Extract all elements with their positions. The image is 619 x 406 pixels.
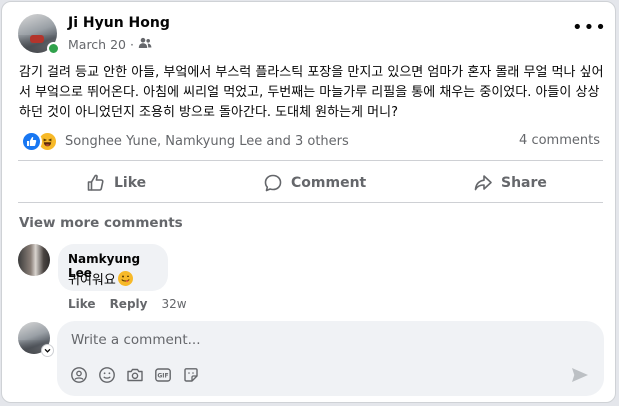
post-author[interactable]: Ji Hyun Hong	[68, 15, 170, 31]
comment-label: Comment	[291, 175, 367, 191]
more-options-button[interactable]: •••	[572, 19, 607, 37]
comment-body: 귀여워요	[68, 273, 116, 288]
post-date[interactable]: March 20	[68, 37, 126, 52]
composer-tools: GIF	[70, 366, 210, 384]
friends-icon[interactable]	[138, 37, 152, 52]
share-arrow-icon	[474, 175, 492, 191]
post-body: 감기 걸려 등교 안한 아들, 부엌에서 부스럭 플라스틱 포장을 만지고 있으…	[19, 65, 604, 120]
divider	[18, 202, 603, 203]
post-card: Ji Hyun Hong March 20 · ••• 감기 걸려 등교 안한 …	[1, 1, 616, 403]
comment-bubble-icon	[264, 174, 282, 192]
comment-text: 귀여워요	[68, 269, 133, 288]
chevron-down-icon[interactable]	[41, 344, 54, 357]
camera-icon[interactable]	[126, 366, 144, 384]
svg-text:GIF: GIF	[157, 373, 168, 380]
divider	[18, 160, 603, 161]
comment-button[interactable]: Comment	[263, 170, 366, 196]
post-meta: March 20 ·	[68, 37, 152, 52]
reactions-summary[interactable]: Songhee Yune, Namkyung Lee and 3 others	[21, 131, 349, 152]
like-reaction-icon	[21, 131, 42, 152]
comment-bubble: Namkyung Lee 귀여워요	[58, 244, 168, 291]
avatar-sticker-icon[interactable]	[70, 366, 88, 384]
share-button[interactable]: Share	[473, 170, 547, 196]
emoji-icon[interactable]	[98, 366, 116, 384]
send-icon[interactable]	[571, 367, 589, 387]
comment-like-button[interactable]: Like	[68, 297, 96, 311]
reactors-text[interactable]: Songhee Yune, Namkyung Lee and 3 others	[65, 134, 349, 149]
comment-reply-button[interactable]: Reply	[110, 297, 148, 311]
comment-timestamp[interactable]: 32w	[161, 297, 186, 311]
view-more-comments-link[interactable]: View more comments	[19, 215, 183, 231]
like-button[interactable]: Like	[86, 170, 146, 196]
online-status-icon	[47, 42, 60, 55]
separator-dot: ·	[129, 37, 134, 52]
like-label: Like	[114, 175, 147, 191]
comment-actions: Like Reply 32w	[68, 297, 187, 311]
comment-composer: GIF	[57, 321, 604, 396]
commenter-avatar[interactable]	[18, 244, 50, 276]
gif-icon[interactable]: GIF	[154, 366, 172, 384]
thumbs-up-icon	[87, 174, 104, 191]
sticker-icon[interactable]	[182, 366, 200, 384]
winking-face-tongue-emoji	[117, 271, 133, 286]
share-label: Share	[501, 175, 547, 191]
comment-input[interactable]	[69, 329, 473, 351]
comments-count[interactable]: 4 comments	[519, 133, 600, 148]
